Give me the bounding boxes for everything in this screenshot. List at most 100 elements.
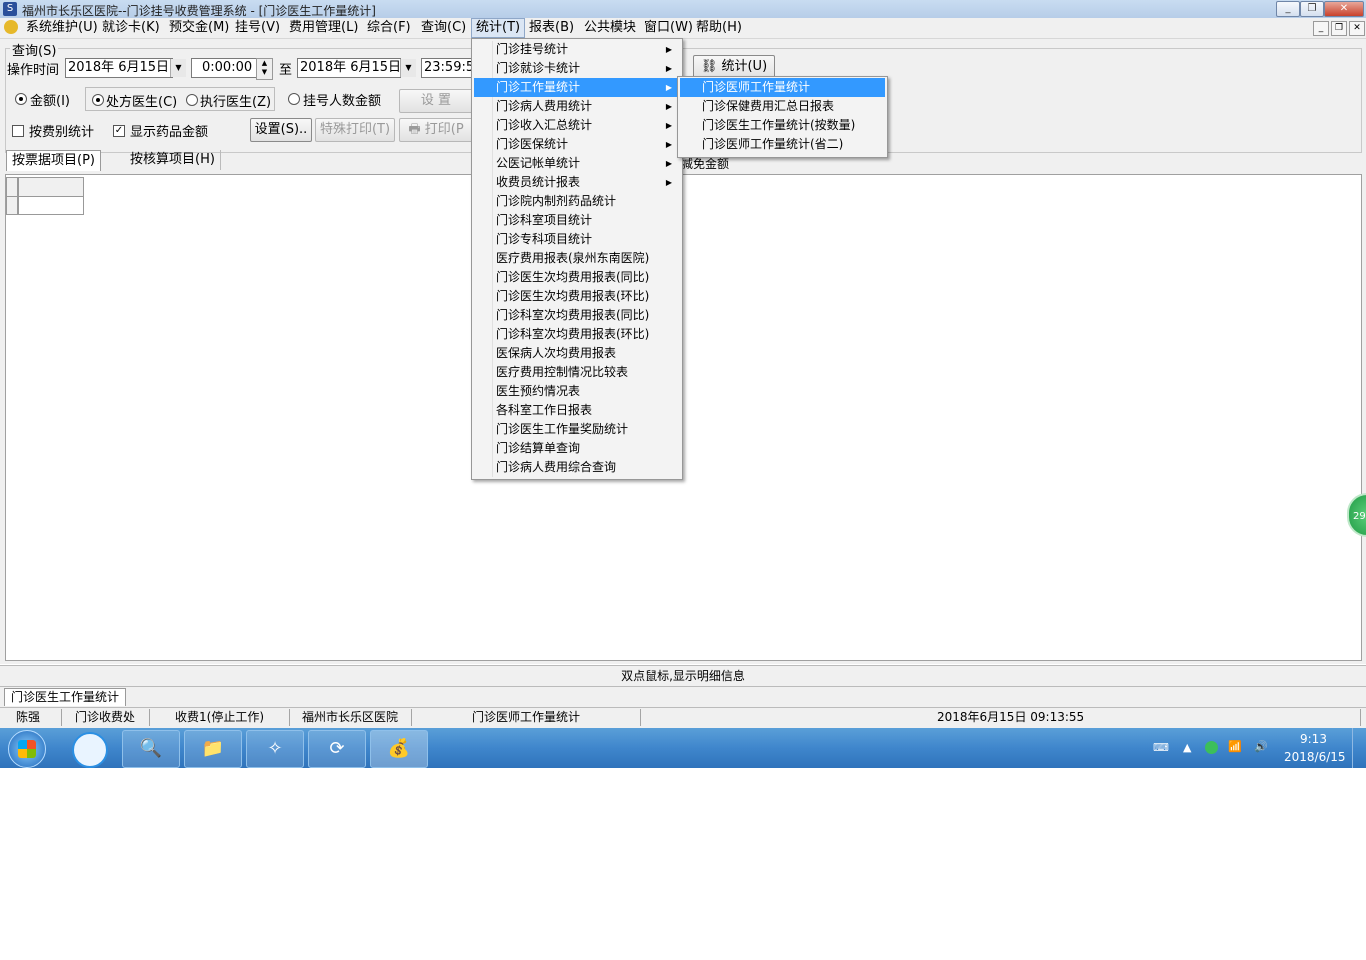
his-app-icon[interactable]: 💰 <box>370 730 428 768</box>
check-drug-amount-label[interactable]: 显示药品金额 <box>130 121 208 140</box>
tab-by-accounting-item[interactable]: 按核算项目(H) <box>125 150 221 170</box>
grid-header-cell[interactable] <box>18 177 84 197</box>
radio-amount[interactable]: 金额(I) <box>8 87 83 109</box>
menu-card[interactable]: 就诊卡(K) <box>98 19 164 37</box>
menu-help[interactable]: 帮助(H) <box>692 19 746 37</box>
menu-item-inhouse-drug[interactable]: 门诊院内制剂药品统计 <box>474 192 680 211</box>
end-time-field[interactable]: 23:59:5 <box>421 58 477 78</box>
sql-tool-icon[interactable]: 🔍 <box>122 730 180 768</box>
grid-cell[interactable] <box>18 196 84 215</box>
start-time-spin-icon[interactable]: ▲ ▼ <box>256 58 273 80</box>
folder-icon[interactable]: 📁 <box>184 730 242 768</box>
special-print-button[interactable]: 特殊打印(T) <box>315 118 395 142</box>
menu-query[interactable]: 查询(C) <box>417 19 470 37</box>
radio-executor-label[interactable]: 执行医生(Z) <box>200 91 271 110</box>
tab-by-invoice-item[interactable]: 按票据项目(P) <box>6 150 101 171</box>
network-icon[interactable]: 📶 <box>1228 740 1242 753</box>
statistics-menu: 门诊挂号统计 ▶ 门诊就诊卡统计 ▶ 门诊工作量统计 ▶ 门诊病人费用统计 ▶ 门诊收入… <box>471 38 683 480</box>
menu-item-medical-fee-report[interactable]: 医疗费用报表(泉州东南医院) <box>474 249 680 268</box>
menu-item-insured-avg[interactable]: 医保病人次均费用报表 <box>474 344 680 363</box>
submenu-item-physician-workload-prov2[interactable]: 门诊医师工作量统计(省二) <box>680 135 885 154</box>
menu-item-cashier-report[interactable]: 收费员统计报表 ▶ <box>474 173 680 192</box>
data-grid[interactable]: 减免金额 <box>5 157 1362 661</box>
menu-general[interactable]: 综合(F) <box>363 19 415 37</box>
volume-icon[interactable]: 🔊 <box>1254 740 1268 753</box>
menu-item-dept-avg-mom[interactable]: 门诊科室次均费用报表(环比) <box>474 325 680 344</box>
status-station: 收费1(停止工作) <box>150 709 290 726</box>
menu-window[interactable]: 窗口(W) <box>640 19 697 37</box>
menu-fee-management[interactable]: 费用管理(L) <box>285 19 362 37</box>
tray-green-icon[interactable] <box>1205 741 1218 754</box>
menu-item-patient-fee-query[interactable]: 门诊病人费用综合查询 <box>474 458 680 477</box>
menu-item-patient-fee-stats[interactable]: 门诊病人费用统计 ▶ <box>474 97 680 116</box>
menu-item-dept-daily[interactable]: 各科室工作日报表 <box>474 401 680 420</box>
start-button[interactable] <box>8 730 46 768</box>
menu-item-income-summary[interactable]: 门诊收入汇总统计 ▶ <box>474 116 680 135</box>
menu-item-dept-items[interactable]: 门诊科室项目统计 <box>474 211 680 230</box>
check-drug-amount-box[interactable]: ✓ <box>113 125 125 137</box>
hint-bar: 双点鼠标,显示明细信息 <box>0 665 1366 686</box>
minimize-button[interactable]: _ <box>1276 1 1300 17</box>
mdi-minimize-button[interactable]: _ <box>1313 21 1329 36</box>
radio-prescriber-label[interactable]: 处方医生(C) <box>106 91 177 110</box>
radio-prescriber-indicator[interactable] <box>92 94 104 106</box>
restore-button[interactable]: ❐ <box>1300 1 1324 17</box>
menu-public-modules[interactable]: 公共模块 <box>580 19 640 37</box>
menu-item-appointments[interactable]: 医生预约情况表 <box>474 382 680 401</box>
browser-icon[interactable] <box>72 732 108 768</box>
start-time-field[interactable]: 0:00:00 <box>191 58 257 78</box>
title-bar[interactable]: S 福州市长乐区医院--门诊挂号收费管理系统 - [门诊医生工作量统计] _ ❐… <box>0 0 1366 19</box>
status-datetime: 2018年6月15日 09:13:55 <box>641 709 1361 726</box>
menu-item-reg-stats[interactable]: 门诊挂号统计 ▶ <box>474 40 680 59</box>
close-button[interactable]: ✕ <box>1324 1 1364 17</box>
radio-reg-count-indicator[interactable] <box>288 93 300 105</box>
menu-register[interactable]: 挂号(V) <box>231 19 284 37</box>
menu-item-card-stats[interactable]: 门诊就诊卡统计 ▶ <box>474 59 680 78</box>
end-date-field[interactable]: 2018年 6月15日 <box>297 58 401 78</box>
grid-row-header[interactable] <box>6 196 18 215</box>
menu-item-doctor-avg-mom[interactable]: 门诊医生次均费用报表(环比) <box>474 287 680 306</box>
menu-item-dept-avg-yoy[interactable]: 门诊科室次均费用报表(同比) <box>474 306 680 325</box>
submenu-item-doctor-workload-qty[interactable]: 门诊医生工作量统计(按数量) <box>680 116 885 135</box>
menu-item-public-medical[interactable]: 公医记帐单统计 ▶ <box>474 154 680 173</box>
menu-item-insurance-stats[interactable]: 门诊医保统计 ▶ <box>474 135 680 154</box>
menu-statistics[interactable]: 统计(T) <box>471 18 526 38</box>
menu-item-fee-control[interactable]: 医疗费用控制情况比较表 <box>474 363 680 382</box>
status-hospital: 福州市长乐区医院 <box>290 709 412 726</box>
menu-item-workload-stats[interactable]: 门诊工作量统计 ▶ <box>474 78 680 97</box>
menu-item-specialty-items[interactable]: 门诊专科项目统计 <box>474 230 680 249</box>
mdi-close-button[interactable]: ✕ <box>1349 21 1365 36</box>
menu-system[interactable]: 系统维护(U) <box>22 19 102 37</box>
check-by-fee-box[interactable] <box>12 125 24 137</box>
submenu-item-physician-workload[interactable]: 门诊医师工作量统计 <box>680 78 885 97</box>
menu-item-settlement-query[interactable]: 门诊结算单查询 <box>474 439 680 458</box>
mdi-restore-button[interactable]: ❐ <box>1331 21 1347 36</box>
mdi-child-icon[interactable] <box>4 20 18 34</box>
tray-expand-icon[interactable]: ▲ <box>1183 741 1191 754</box>
end-date-dropdown-icon[interactable]: ▼ <box>400 59 416 77</box>
document-tab[interactable]: 门诊医生工作量统计 <box>4 688 127 706</box>
compass-icon[interactable]: ✧ <box>246 730 304 768</box>
menu-reports[interactable]: 报表(B) <box>525 19 578 37</box>
refresh-app-icon[interactable]: ⟳ <box>308 730 366 768</box>
print-button[interactable]: 🖶 打印(P <box>399 118 473 142</box>
status-module: 门诊医师工作量统计 <box>412 709 641 726</box>
radio-executor-indicator[interactable] <box>186 94 198 106</box>
print-button-label: 打印(P <box>424 122 464 137</box>
check-by-fee-label[interactable]: 按费别统计 <box>29 121 94 140</box>
menu-prepay[interactable]: 预交金(M) <box>165 19 233 37</box>
clock-date[interactable]: 2018/6/15 <box>1284 750 1346 764</box>
submenu-item-health-fee-daily[interactable]: 门诊保健费用汇总日报表 <box>680 97 885 116</box>
clock-time[interactable]: 9:13 <box>1300 732 1327 746</box>
status-dept: 门诊收费处 <box>62 709 150 726</box>
setup-button-disabled[interactable]: 设 置 <box>399 89 473 113</box>
settings-button[interactable]: 设置(S).. <box>250 118 312 142</box>
radio-reg-count-label[interactable]: 挂号人数金额 <box>303 90 381 109</box>
menu-item-workload-bonus[interactable]: 门诊医生工作量奖励统计 <box>474 420 680 439</box>
start-date-field[interactable]: 2018年 6月15日 <box>65 58 173 78</box>
start-date-dropdown-icon[interactable]: ▼ <box>170 59 186 77</box>
show-desktop-button[interactable] <box>1352 728 1366 768</box>
keyboard-icon[interactable]: ⌨ <box>1153 741 1169 754</box>
start-date-value: 2018年 6月15日 <box>68 60 170 75</box>
menu-item-doctor-avg-yoy[interactable]: 门诊医生次均费用报表(同比) <box>474 268 680 287</box>
